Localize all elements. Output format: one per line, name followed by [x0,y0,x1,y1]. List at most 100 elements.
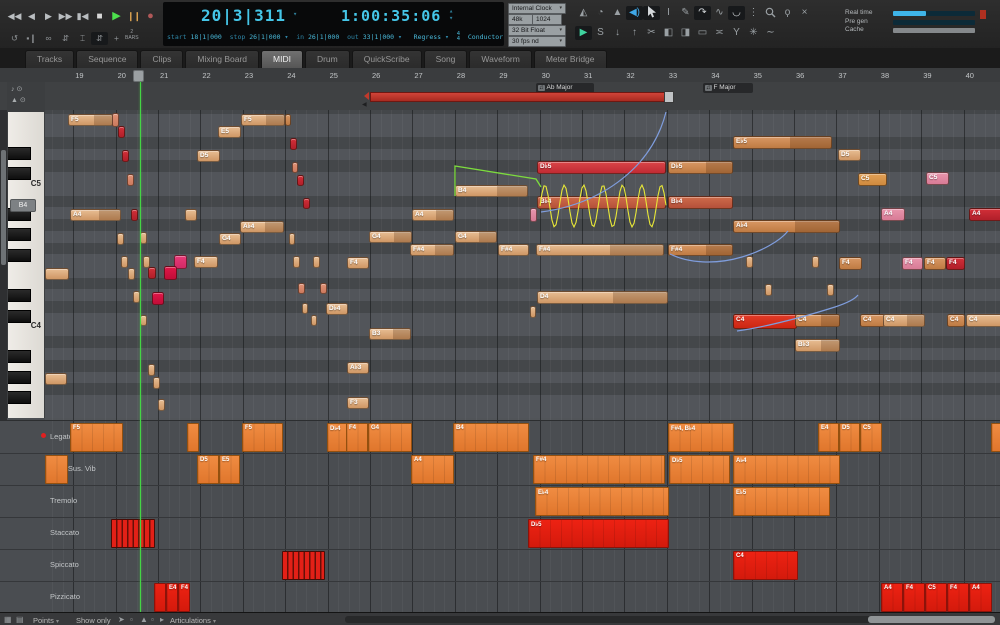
vertical-scrollbar-thumb[interactable] [1,150,6,265]
midi-note[interactable]: F#4 [410,244,454,256]
loop-start-handle[interactable] [364,92,369,100]
articulation-block[interactable] [282,551,325,580]
articulation-block[interactable]: E♭4 [535,487,669,516]
audition-speaker-icon[interactable]: ◀) [626,6,643,20]
midi-note[interactable] [164,266,177,280]
midi-note[interactable]: G4 [455,231,497,243]
articulation-block[interactable]: G4 [368,423,412,452]
velocity-zoom-icon[interactable]: ▲ ⊙ [11,96,26,104]
in-value[interactable]: 26|1|000 [308,33,339,41]
midi-note[interactable]: F5 [68,114,113,126]
scrub-tool-icon[interactable]: ϙ [779,6,796,20]
midi-note[interactable]: F4 [347,257,369,269]
undo-icon[interactable]: ↺ [6,32,23,45]
rewind-button[interactable]: ◀◀ [6,9,23,24]
play-selection-icon[interactable]: ▶ [575,26,592,40]
black-key[interactable] [8,370,31,384]
tab-quickscribe[interactable]: QuickScribe [351,50,422,68]
pointer-tool-icon[interactable] [643,6,660,20]
return-to-start-button[interactable]: ▮◀ [74,9,91,24]
articulation-block[interactable]: E5 [219,455,240,484]
play-button[interactable]: ▶ [108,9,125,24]
articulation-block[interactable]: A4 [411,455,454,484]
record-enable-dot[interactable] [41,433,46,438]
midi-note[interactable]: C5 [858,173,887,186]
tab-midi[interactable]: MIDI [261,50,303,68]
shift-up-icon[interactable]: ↑ [626,26,643,40]
punch-guard-icon[interactable]: ◭ [575,6,592,20]
articulation-block[interactable]: C4 [733,551,798,580]
midi-note[interactable] [293,256,300,268]
tab-song[interactable]: Song [423,50,468,68]
midi-note[interactable]: E♭5 [733,136,832,149]
midi-note[interactable]: F4 [839,257,862,270]
bit-depth-select[interactable]: 32 Bit Float ▾ [508,25,566,36]
midi-note[interactable] [185,209,197,221]
pencil-tool-icon[interactable]: ✎ [677,6,694,20]
midi-note[interactable] [153,377,160,389]
midi-note[interactable]: A4 [70,209,121,221]
midi-note[interactable] [746,256,753,268]
midi-note[interactable] [45,373,67,385]
mute-tool-icon[interactable]: × [796,6,813,20]
midi-note[interactable]: B♭4 [668,196,733,209]
square-filter-icon[interactable]: ▫ [130,615,133,624]
midi-note[interactable]: F4 [194,256,218,268]
midi-note[interactable] [765,284,772,296]
midi-note[interactable] [289,233,295,245]
midi-note[interactable] [812,256,819,268]
tab-mixing-board[interactable]: Mixing Board [185,50,259,68]
midi-note[interactable] [117,233,124,245]
articulation-block[interactable] [111,519,155,548]
trim-end-icon[interactable]: ◨ [677,26,694,40]
midi-note[interactable]: A♭3 [347,362,369,374]
midi-note[interactable]: A4 [412,209,454,221]
midi-note[interactable]: A4 [969,208,1000,221]
articulation-block[interactable]: F#4, B♭4 [668,423,734,452]
black-key[interactable] [8,167,31,181]
midi-note[interactable] [292,162,298,173]
midi-note[interactable] [140,315,147,326]
trim-start-icon[interactable]: ◧ [660,26,677,40]
midi-note[interactable]: D5 [838,149,861,161]
articulation-block[interactable]: C5 [860,423,882,452]
articulation-block[interactable]: F5 [242,423,283,452]
tab-sequence[interactable]: Sequence [76,50,139,68]
measure-ruler[interactable]: 19 20 21 22 23 24 25 26 27 28 29 30 31 32 33 34 35 36 37 38… [0,68,1000,83]
key-signature-marker[interactable]: ♫ F Major [703,83,753,93]
midi-note[interactable] [45,268,69,280]
grid-view-icon[interactable]: ▦ [4,615,12,624]
midi-note[interactable]: F4 [902,257,923,270]
midi-note[interactable] [121,256,128,268]
step-forward-button[interactable]: ▶ [40,9,57,24]
midi-note[interactable] [148,267,156,279]
white-key[interactable] [8,111,44,133]
counter-caret-icon[interactable]: ▾ [293,10,297,18]
frame-rate-select[interactable]: 30 fps nd ▾ [508,36,566,47]
articulation-block[interactable]: A4 [881,583,903,612]
midi-note[interactable]: B♭4 [537,196,666,209]
midi-note[interactable] [158,399,165,411]
midi-note[interactable] [128,268,135,280]
horizontal-scrollbar[interactable] [345,616,995,623]
articulation-block[interactable] [991,423,1000,452]
black-key[interactable] [8,391,31,405]
split-tool-icon[interactable]: Y [728,26,745,40]
midi-note[interactable]: C5 [926,172,949,185]
midi-note[interactable] [122,150,129,162]
articulation-block[interactable]: A4 [969,583,992,612]
curve-tool-icon[interactable]: ∿ [711,6,728,20]
midi-note[interactable] [303,198,310,209]
articulation-block[interactable]: D♭4 [327,423,348,452]
articulation-block[interactable]: F4 [947,583,969,612]
midi-note[interactable]: C4 [966,314,1000,327]
midi-note[interactable] [285,114,291,126]
articulation-block[interactable]: D♭5 [528,519,669,548]
tab-clips[interactable]: Clips [140,50,184,68]
join-tool-icon[interactable]: ≍ [711,26,728,40]
midi-note[interactable]: D4 [537,291,668,304]
midi-note[interactable] [297,175,304,186]
midi-note[interactable]: F4 [924,257,946,270]
articulation-block[interactable] [154,583,166,612]
tab-tracks[interactable]: Tracks [25,50,75,68]
